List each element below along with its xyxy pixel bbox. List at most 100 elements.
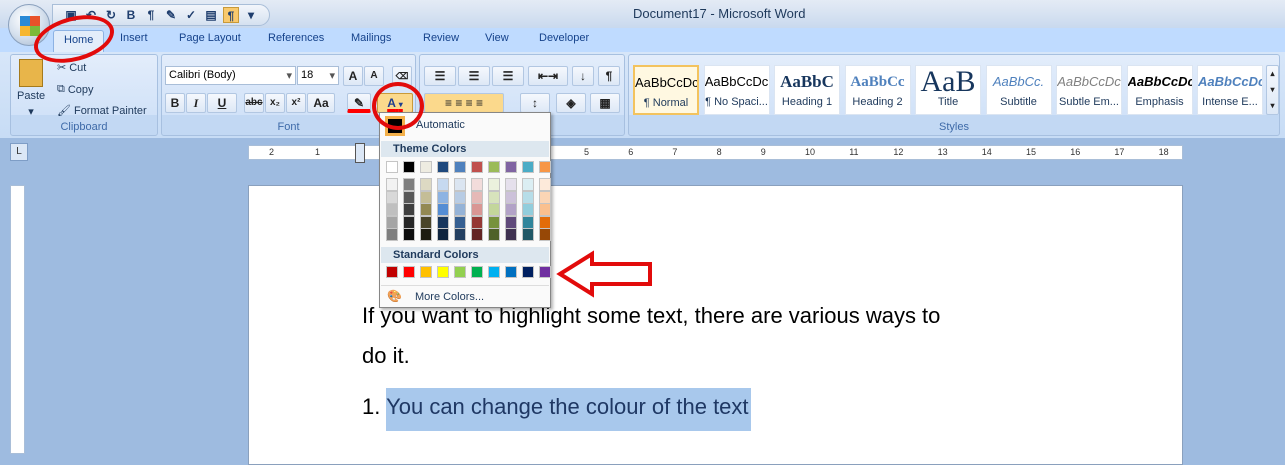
standard-color-swatch[interactable]	[420, 266, 432, 278]
theme-shade-swatch[interactable]	[505, 228, 517, 242]
standard-color-swatch[interactable]	[539, 266, 551, 278]
standard-color-swatch[interactable]	[454, 266, 466, 278]
tab-review[interactable]: Review	[423, 32, 459, 44]
theme-shade-swatch[interactable]	[522, 203, 534, 217]
theme-shade-swatch[interactable]	[522, 190, 534, 204]
theme-shade-swatch[interactable]	[471, 203, 483, 217]
italic-button[interactable]: I	[186, 93, 206, 113]
copy-button[interactable]: ⧉ Copy	[57, 83, 94, 96]
theme-shade-swatch[interactable]	[403, 215, 415, 229]
theme-shade-swatch[interactable]	[471, 178, 483, 191]
shrink-font-button[interactable]: A	[364, 66, 384, 86]
theme-shade-swatch[interactable]	[437, 228, 449, 242]
print-preview-icon[interactable]: ▤	[203, 7, 219, 23]
style-emphasis[interactable]: AaBbCcDc Emphasis	[1126, 65, 1193, 115]
theme-shade-swatch[interactable]	[488, 178, 500, 191]
tab-page-layout[interactable]: Page Layout	[179, 32, 241, 44]
standard-color-swatch[interactable]	[488, 266, 500, 278]
theme-color-swatch[interactable]	[488, 161, 500, 173]
theme-shade-swatch[interactable]	[386, 215, 398, 229]
theme-shade-swatch[interactable]	[403, 190, 415, 204]
theme-shade-swatch[interactable]	[505, 203, 517, 217]
theme-shade-swatch[interactable]	[471, 190, 483, 204]
theme-shade-swatch[interactable]	[420, 178, 432, 191]
theme-shade-swatch[interactable]	[454, 190, 466, 204]
tab-selector[interactable]: L	[10, 143, 28, 161]
numbering-button[interactable]: ☰	[458, 66, 490, 86]
bold-button[interactable]: B	[165, 93, 185, 113]
list-item[interactable]: 1. You can change the colour of the text	[362, 388, 751, 431]
standard-color-swatch[interactable]	[403, 266, 415, 278]
strikethrough-button[interactable]: abc	[244, 93, 264, 113]
borders-button[interactable]: ▦	[590, 93, 620, 113]
style-subtle-em[interactable]: AaBbCcDc Subtle Em...	[1056, 65, 1122, 115]
theme-shade-swatch[interactable]	[488, 190, 500, 204]
theme-shade-swatch[interactable]	[403, 178, 415, 191]
theme-shade-swatch[interactable]	[437, 203, 449, 217]
theme-shade-swatch[interactable]	[454, 228, 466, 242]
style-no-spaci[interactable]: AaBbCcDc ¶ No Spaci...	[703, 65, 770, 115]
style-heading-1[interactable]: AaBbC Heading 1	[774, 65, 840, 115]
font-name-combo[interactable]: Calibri (Body) ▾	[165, 66, 296, 85]
indent-buttons[interactable]: ⇤⇥	[528, 66, 568, 86]
selected-text[interactable]: You can change the colour of the text	[386, 388, 751, 431]
tab-references[interactable]: References	[268, 32, 324, 44]
style-title[interactable]: AaB Title	[915, 65, 981, 115]
theme-shade-swatch[interactable]	[539, 228, 551, 242]
theme-shade-swatch[interactable]	[488, 228, 500, 242]
theme-color-swatch[interactable]	[539, 161, 551, 173]
vertical-ruler[interactable]	[10, 185, 25, 454]
grow-font-button[interactable]: A	[343, 66, 363, 86]
theme-shade-swatch[interactable]	[386, 203, 398, 217]
bold-quick-button[interactable]: B	[123, 7, 139, 23]
change-case-button[interactable]: Aa	[307, 93, 335, 113]
standard-color-swatch[interactable]	[522, 266, 534, 278]
theme-shade-swatch[interactable]	[437, 190, 449, 204]
font-size-combo[interactable]: 18 ▾	[297, 66, 339, 85]
theme-shade-swatch[interactable]	[522, 178, 534, 191]
theme-color-swatch[interactable]	[522, 161, 534, 173]
theme-shade-swatch[interactable]	[488, 215, 500, 229]
pilcrow-quick-button[interactable]: ¶	[143, 7, 159, 23]
theme-shade-swatch[interactable]	[454, 215, 466, 229]
format-painter-button[interactable]: 🖌 Format Painter	[57, 104, 147, 118]
line-spacing-button[interactable]: ↕	[520, 93, 550, 113]
theme-shade-swatch[interactable]	[454, 203, 466, 217]
bullets-button[interactable]: ☰	[424, 66, 456, 86]
style-intense-e[interactable]: AaBbCcDc Intense E...	[1197, 65, 1263, 115]
underline-button[interactable]: U	[207, 93, 237, 113]
highlight-color-button[interactable]: ✎	[347, 93, 371, 113]
paste-button[interactable]: Paste ▾	[17, 59, 45, 118]
tab-insert[interactable]: Insert	[120, 32, 148, 44]
alignment-buttons[interactable]: ≡ ≡ ≡ ≡	[424, 93, 504, 113]
theme-shade-swatch[interactable]	[437, 178, 449, 191]
shading-button[interactable]: ◈	[556, 93, 586, 113]
indent-marker[interactable]	[355, 143, 365, 163]
style-normal[interactable]: AaBbCcDc ¶ Normal	[633, 65, 699, 115]
theme-shade-swatch[interactable]	[403, 228, 415, 242]
theme-color-swatch[interactable]	[505, 161, 517, 173]
theme-shade-swatch[interactable]	[386, 178, 398, 191]
theme-shade-swatch[interactable]	[539, 203, 551, 217]
theme-shade-swatch[interactable]	[505, 190, 517, 204]
standard-color-swatch[interactable]	[471, 266, 483, 278]
theme-shade-swatch[interactable]	[488, 203, 500, 217]
theme-shade-swatch[interactable]	[471, 215, 483, 229]
show-hide-button[interactable]: ¶	[598, 66, 620, 86]
style-heading-2[interactable]: AaBbCc Heading 2	[844, 65, 911, 115]
theme-shade-swatch[interactable]	[505, 178, 517, 191]
theme-shade-swatch[interactable]	[539, 190, 551, 204]
theme-color-swatch[interactable]	[454, 161, 466, 173]
theme-shade-swatch[interactable]	[522, 228, 534, 242]
style-subtitle[interactable]: AaBbCc. Subtitle	[985, 65, 1052, 115]
document-text-line2[interactable]: do it.	[362, 343, 410, 369]
theme-color-swatch[interactable]	[420, 161, 432, 173]
theme-shade-swatch[interactable]	[505, 215, 517, 229]
theme-shade-swatch[interactable]	[539, 215, 551, 229]
customize-qat-icon[interactable]: ▾	[243, 7, 259, 23]
theme-shade-swatch[interactable]	[420, 215, 432, 229]
standard-color-swatch[interactable]	[505, 266, 517, 278]
subscript-button[interactable]: x₂	[265, 93, 285, 113]
theme-color-swatch[interactable]	[386, 161, 398, 173]
styles-scroll[interactable]: ▴ ▾ ▾	[1266, 65, 1279, 115]
